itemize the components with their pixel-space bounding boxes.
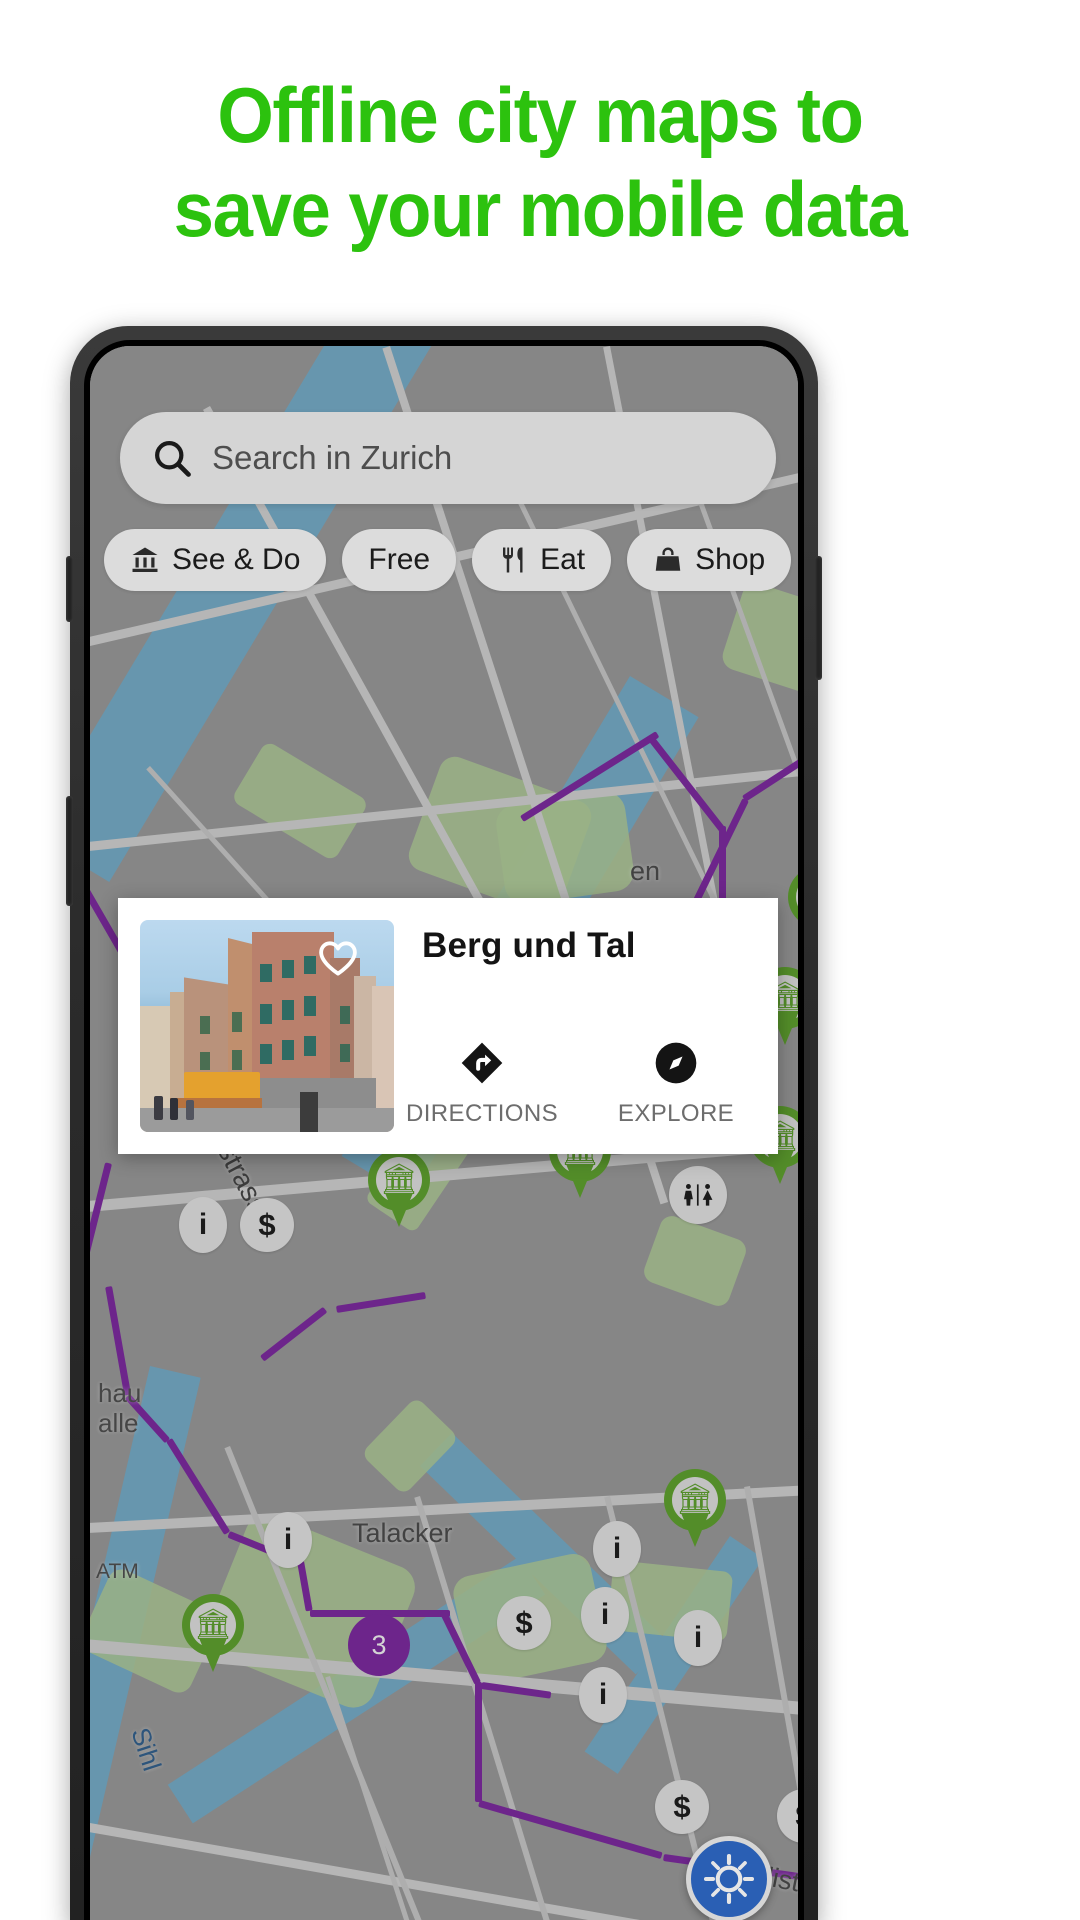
photo-doorway	[300, 1092, 318, 1132]
power-button[interactable]	[66, 556, 73, 622]
page-title: Offline city maps to save your mobile da…	[38, 68, 1042, 256]
photo-shutter	[340, 1006, 350, 1024]
park-4	[719, 579, 798, 703]
headline-line-2: save your mobile data	[173, 165, 908, 253]
map-label: Sihl	[125, 1724, 168, 1775]
place-actions: DIRECTIONS EXPLORE	[406, 1040, 746, 1128]
photo-shutter	[260, 1004, 272, 1024]
directions-icon	[461, 1042, 503, 1084]
assistant-button[interactable]	[815, 556, 822, 680]
photo-shutter	[200, 1016, 210, 1034]
explore-label: EXPLORE	[617, 1100, 735, 1127]
map-poi-info[interactable]: i	[581, 1587, 629, 1643]
search-input[interactable]: Search in Zurich	[120, 412, 776, 504]
photo-shutter	[340, 1044, 350, 1062]
map-pin-museum[interactable]: 🏛	[182, 1594, 244, 1672]
photo-person	[154, 1096, 163, 1120]
map-poi-money[interactable]: $	[240, 1198, 294, 1252]
map-label: alle	[98, 1408, 139, 1438]
map-pin-museum[interactable]: 🏛	[368, 1149, 430, 1227]
map-label: Talacker	[352, 1518, 453, 1548]
chip-label: Eat	[540, 543, 586, 576]
compass-icon	[655, 1042, 697, 1084]
filter-chip-eat[interactable]: Eat	[472, 529, 612, 591]
map-poi-info[interactable]: i	[179, 1197, 227, 1253]
photo-shutter	[282, 1040, 294, 1060]
map-pin-museum[interactable]: 🏛	[664, 1469, 726, 1547]
map-poi-toilet[interactable]	[669, 1166, 727, 1224]
photo-shutter	[200, 1052, 210, 1070]
photo-shutter	[260, 1044, 272, 1064]
museum-icon	[132, 547, 158, 572]
route-seg-21	[478, 1800, 663, 1860]
photo-person	[170, 1098, 178, 1120]
explore-button[interactable]: EXPLORE	[606, 1040, 746, 1128]
map-poi-info[interactable]: i	[674, 1610, 722, 1666]
heart-outline-icon[interactable]	[316, 936, 360, 980]
restaurant-icon	[503, 547, 523, 573]
headline-line-1: Offline city maps to	[217, 71, 864, 159]
photo-shutter	[304, 1036, 316, 1056]
photo-shutter	[232, 1050, 242, 1070]
restroom-icon	[683, 1184, 713, 1206]
map-poi-money[interactable]: $	[655, 1780, 709, 1834]
photo-street	[140, 1108, 394, 1132]
photo-shutter	[232, 1012, 242, 1032]
directions-button[interactable]: DIRECTIONS	[406, 1040, 558, 1128]
route-seg-11	[90, 1162, 112, 1281]
photo-shutter	[282, 960, 294, 978]
map-poi-money[interactable]: $	[497, 1596, 551, 1650]
photo-shutter	[304, 996, 316, 1016]
chip-label: Free	[368, 543, 431, 576]
phone-screen: Zentralbibliothek Zürich Bahnhofstrasse …	[90, 346, 798, 1920]
place-title: Berg und Tal	[422, 926, 636, 965]
route-seg-24	[336, 1291, 426, 1313]
filter-chip-row[interactable]: See & Do Free Eat Shop	[104, 526, 798, 594]
route-seg-20	[475, 1682, 482, 1802]
chip-label: See & Do	[172, 543, 301, 576]
place-card[interactable]: Berg und Tal DIRECTIONS EXPLORE	[118, 898, 778, 1154]
phone-mockup: Zentralbibliothek Zürich Bahnhofstrasse …	[66, 326, 822, 1920]
photo-shutter	[260, 964, 272, 982]
park-11	[640, 1212, 750, 1310]
map-label: ATM	[96, 1560, 139, 1583]
my-location-icon	[703, 1853, 755, 1905]
park-1	[230, 740, 370, 862]
map-cluster-badge[interactable]: 3	[348, 1614, 410, 1676]
promo-screenshot: Offline city maps to save your mobile da…	[0, 0, 1080, 1920]
map-poi-info[interactable]: i	[264, 1512, 312, 1568]
place-photo[interactable]	[140, 920, 394, 1132]
map-pin-museum[interactable]: 🏛	[788, 866, 798, 944]
place-details: Berg und Tal DIRECTIONS EXPLORE	[394, 920, 756, 1132]
map-label: en	[630, 856, 661, 886]
chip-label: Shop	[695, 543, 766, 576]
my-location-button[interactable]	[686, 1836, 772, 1920]
volume-button[interactable]	[66, 796, 73, 906]
route-seg-23	[260, 1306, 328, 1362]
filter-chip-see-and-do[interactable]: See & Do	[104, 529, 327, 591]
photo-awning	[184, 1072, 260, 1100]
filter-chip-free[interactable]: Free	[342, 529, 457, 591]
phone-bezel: Zentralbibliothek Zürich Bahnhofstrasse …	[84, 340, 804, 1920]
photo-person	[186, 1100, 194, 1120]
search-icon	[155, 441, 191, 477]
shopping-bag-icon	[655, 547, 681, 571]
directions-label: DIRECTIONS	[406, 1100, 559, 1127]
photo-shutter	[304, 956, 316, 974]
photo-shutter	[282, 1000, 294, 1020]
map-label: hau	[98, 1378, 142, 1408]
filter-chip-shop[interactable]: Shop	[627, 529, 792, 591]
map-poi-info[interactable]: i	[593, 1521, 641, 1577]
search-placeholder: Search in Zurich	[212, 439, 453, 476]
map-poi-info[interactable]: i	[579, 1667, 627, 1723]
